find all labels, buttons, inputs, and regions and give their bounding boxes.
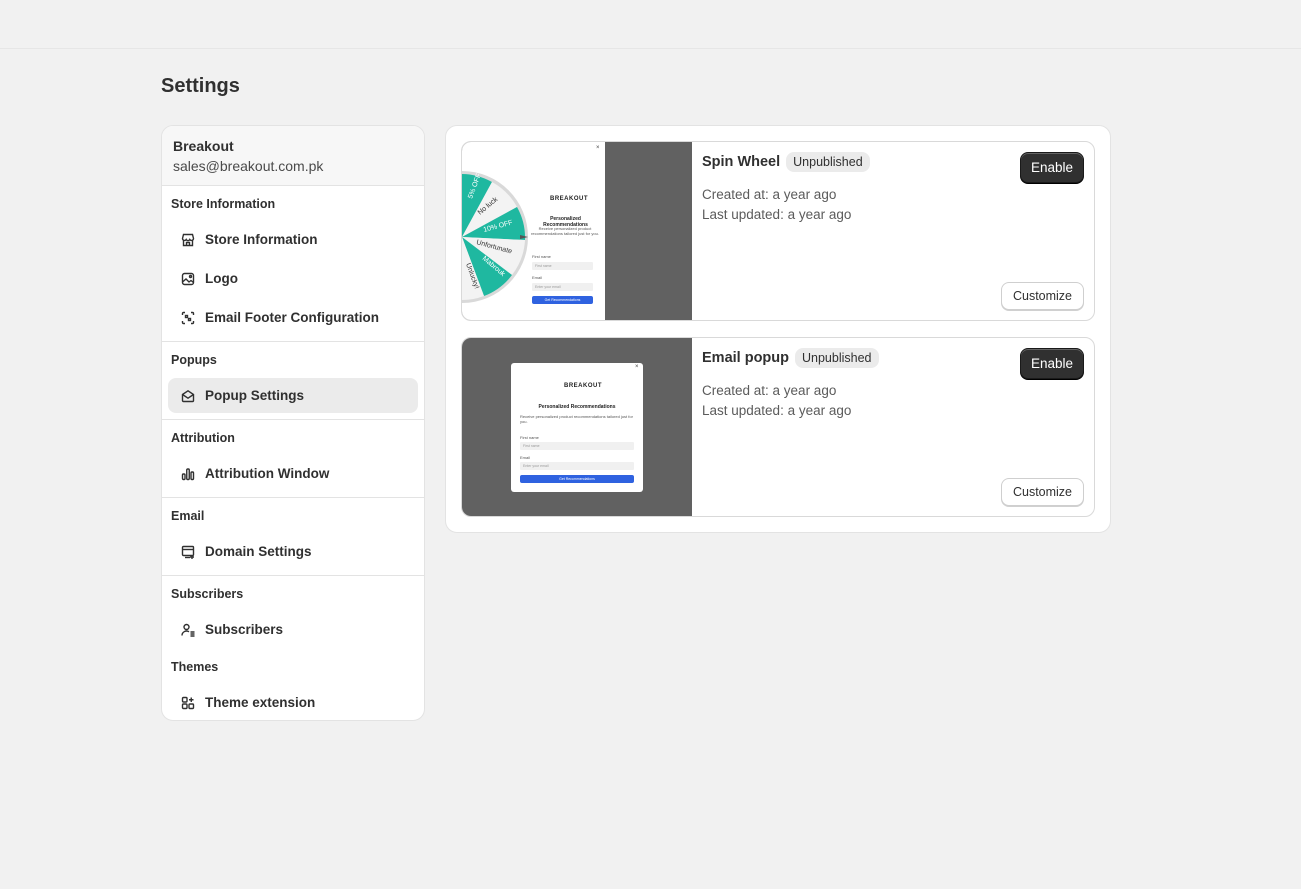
image-icon xyxy=(180,271,196,287)
apps-icon xyxy=(180,695,196,711)
status-badge: Unpublished xyxy=(795,348,879,368)
created-at: Created at: a year ago xyxy=(702,383,837,398)
section-subscribers: Subscribers Subscribers xyxy=(162,576,424,653)
popup-info: Spin Wheel Unpublished Created at: a yea… xyxy=(702,142,1094,320)
person-list-icon xyxy=(180,622,196,638)
settings-sidebar: Breakout sales@breakout.com.pk Store Inf… xyxy=(161,125,425,721)
shop-header: Breakout sales@breakout.com.pk xyxy=(162,126,424,186)
email-popup-preview: × BREAKOUT Personalized Recommendations … xyxy=(462,338,692,516)
preview-first-name-label: First name xyxy=(532,254,551,259)
popup-card-email-popup: × BREAKOUT Personalized Recommendations … xyxy=(461,337,1095,517)
preview-close-icon: × xyxy=(635,364,639,370)
sidebar-item-store-information[interactable]: Store Information xyxy=(168,222,418,257)
section-themes: Themes Theme extension xyxy=(162,653,424,720)
section-title: Attribution xyxy=(171,431,235,445)
preview-description: Receive personalized product recommendat… xyxy=(520,414,633,424)
spin-wheel-preview: 5% OFF No luck 10% OFF Unfortunate Mabro… xyxy=(462,142,692,320)
preview-heading: Personalized Recommendations xyxy=(538,404,616,410)
customize-button[interactable]: Customize xyxy=(1001,478,1084,506)
preview-logo: BREAKOUT xyxy=(550,196,588,202)
last-updated: Last updated: a year ago xyxy=(702,207,852,222)
section-store-information: Store Information Store Information Logo… xyxy=(162,186,424,342)
preview-cta-button: Get Recommendations xyxy=(520,475,634,483)
popup-card-spin-wheel: 5% OFF No luck 10% OFF Unfortunate Mabro… xyxy=(461,141,1095,321)
shop-email: sales@breakout.com.pk xyxy=(173,158,324,174)
popup-name: Email popup xyxy=(702,350,789,366)
preview-close-icon: × xyxy=(596,145,600,151)
spin-wheel-graphic: 5% OFF No luck 10% OFF Unfortunate Mabro… xyxy=(462,171,528,303)
preview-first-name-input: First name xyxy=(532,262,593,270)
preview-cta-button: Get Recommendations xyxy=(532,296,593,304)
sidebar-item-label: Subscribers xyxy=(205,622,284,637)
sidebar-item-popup-settings[interactable]: Popup Settings xyxy=(168,378,418,413)
shop-name: Breakout xyxy=(173,138,234,154)
preview-logo: BREAKOUT xyxy=(564,383,602,389)
popup-name: Spin Wheel xyxy=(702,154,781,170)
section-title: Subscribers xyxy=(171,587,244,601)
preview-first-name-label: First name xyxy=(520,435,539,440)
store-icon xyxy=(180,232,196,248)
popup-list-panel: 5% OFF No luck 10% OFF Unfortunate Mabro… xyxy=(445,125,1111,533)
sidebar-item-attribution-window[interactable]: Attribution Window xyxy=(168,456,418,491)
sidebar-item-theme-extension[interactable]: Theme extension xyxy=(168,685,418,720)
domain-icon xyxy=(180,544,196,560)
sidebar-item-logo[interactable]: Logo xyxy=(168,261,418,296)
preview-email-input: Enter your email xyxy=(520,462,634,470)
preview-description: Receive personalized product recommendat… xyxy=(531,226,599,236)
sidebar-item-domain-settings[interactable]: Domain Settings xyxy=(168,534,418,569)
sidebar-item-label: Attribution Window xyxy=(205,466,330,481)
chart-bars-icon xyxy=(180,466,196,482)
preview-email-label: Email xyxy=(532,275,543,280)
last-updated: Last updated: a year ago xyxy=(702,403,852,418)
preview-popup-body: 5% OFF No luck 10% OFF Unfortunate Mabro… xyxy=(462,142,605,320)
section-email: Email Domain Settings xyxy=(162,498,424,576)
sidebar-item-email-footer-configuration[interactable]: Email Footer Configuration xyxy=(168,300,418,335)
section-title: Email xyxy=(171,509,205,523)
mail-open-icon xyxy=(180,388,196,404)
status-badge: Unpublished xyxy=(786,152,870,172)
page-title: Settings xyxy=(161,75,240,97)
sidebar-item-label: Store Information xyxy=(205,232,318,247)
layout-icon xyxy=(180,310,196,326)
preview-email-label: Email xyxy=(520,455,531,460)
enable-button[interactable]: Enable xyxy=(1020,348,1084,379)
section-title: Popups xyxy=(171,353,217,367)
preview-first-name-input: First name xyxy=(520,442,634,450)
sidebar-item-label: Email Footer Configuration xyxy=(205,310,379,325)
customize-button[interactable]: Customize xyxy=(1001,282,1084,310)
section-title: Store Information xyxy=(171,197,276,211)
sidebar-item-label: Theme extension xyxy=(205,695,316,710)
preview-popup-body: × BREAKOUT Personalized Recommendations … xyxy=(511,363,643,492)
section-title: Themes xyxy=(171,660,219,674)
created-at: Created at: a year ago xyxy=(702,187,837,202)
enable-button[interactable]: Enable xyxy=(1020,152,1084,183)
section-popups: Popups Popup Settings xyxy=(162,342,424,420)
popup-info: Email popup Unpublished Created at: a ye… xyxy=(702,338,1094,516)
section-attribution: Attribution Attribution Window xyxy=(162,420,424,498)
sidebar-item-label: Logo xyxy=(205,271,238,286)
preview-email-input: Enter your email xyxy=(532,283,593,291)
sidebar-item-label: Popup Settings xyxy=(205,388,304,403)
sidebar-item-subscribers[interactable]: Subscribers xyxy=(168,612,418,647)
sidebar-item-label: Domain Settings xyxy=(205,544,312,559)
top-bar xyxy=(0,0,1301,49)
